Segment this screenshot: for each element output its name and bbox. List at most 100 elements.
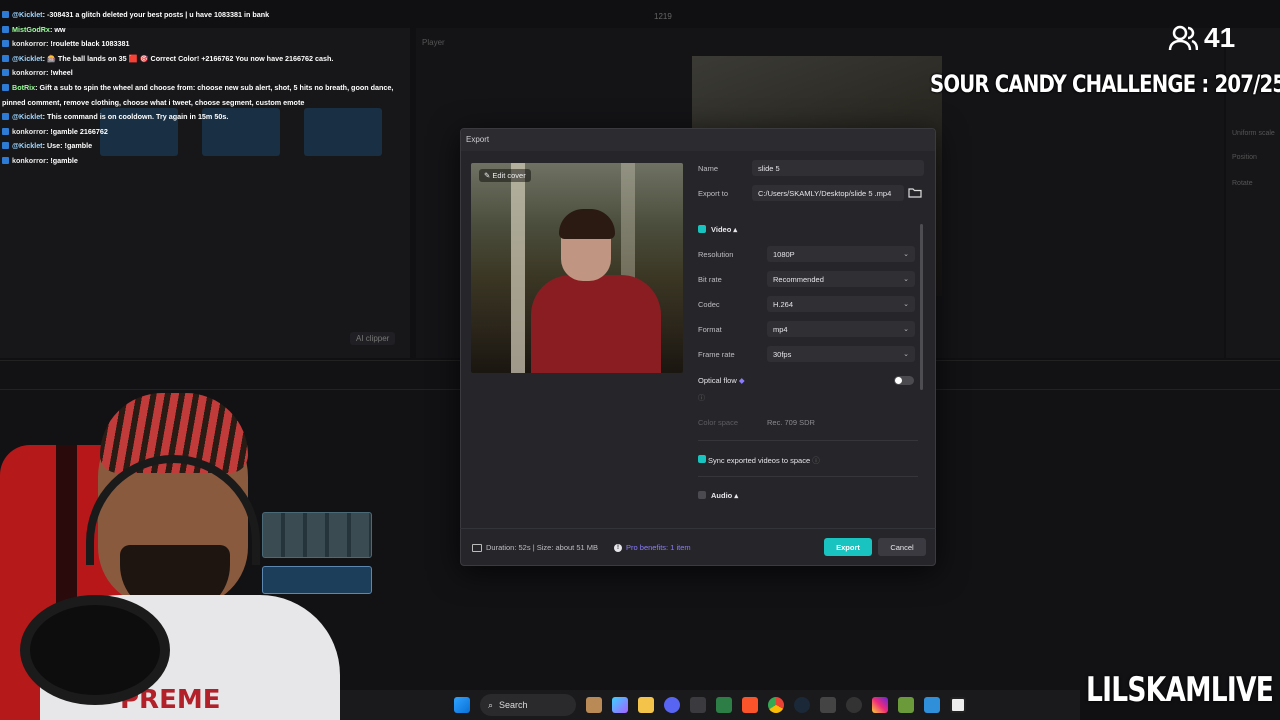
chevron-down-icon: ⌄ [903,301,909,308]
format-select[interactable]: mp4 ⌄ [767,321,915,337]
chat-text: pinned comment, remove clothing, choose … [2,97,305,107]
chat-username[interactable]: @Kicklet [12,54,43,63]
chat-text: : Use: !gamble [42,141,93,151]
export-button[interactable]: Export [824,538,872,556]
taskbar: ⌕ Search [340,690,1080,720]
pro-icon: ◆ [738,376,745,385]
audio-section-label[interactable]: Audio ▴ [711,491,738,500]
help-icon[interactable]: ⓘ [698,393,705,403]
search-icon: ⌕ [488,699,494,710]
chat-username[interactable]: @Kicklet [12,112,43,121]
capcut-icon[interactable] [950,697,966,713]
brave-icon[interactable] [742,697,758,713]
chat-text: : !roulette black 1083381 [45,39,130,49]
widgets-icon[interactable] [586,697,602,713]
chat-badge-icon [2,83,9,91]
screen: Player 1219 Uniform scale Position Rotat… [0,0,1280,720]
chevron-down-icon: ⌄ [903,251,909,258]
cover-tree [511,163,525,373]
taskbar-search[interactable]: ⌕ Search [480,694,576,716]
optical-flow-toggle[interactable] [894,376,914,385]
chevron-down-icon: ⌄ [903,326,909,333]
video-section-label[interactable]: Video ▴ [711,225,737,234]
sync-label: Sync exported videos to space ⓘ [708,456,820,465]
format-label: Format [698,325,722,334]
chevron-down-icon: ⌄ [903,351,909,358]
chat-username[interactable]: konkorror [12,68,46,77]
instagram-icon[interactable] [872,697,888,713]
windows-icon[interactable] [454,697,470,713]
divider [698,440,918,441]
dialog-title: Export [466,135,490,144]
cancel-button[interactable]: Cancel [878,538,926,556]
codec-select[interactable]: H.264 ⌄ [767,296,915,312]
cover-person [531,275,661,373]
export-info: Duration: 52s | Size: about 51 MB ! Pro … [472,543,691,552]
chat-badge-icon [2,113,9,121]
chat-username[interactable]: @Kicklet [12,10,43,19]
name-input[interactable]: slide 5 [752,160,924,176]
chat-badge-icon [2,156,9,164]
chat-message: pinned comment, remove clothing, choose … [2,96,422,111]
chat-message: konkorror: !wheel [2,66,422,81]
chrome-icon[interactable] [768,697,784,713]
app-icon[interactable] [820,697,836,713]
chat-text: : Gift a sub to spin the wheel and choos… [35,82,394,92]
export-to-label: Export to [698,189,729,198]
divider [698,476,918,477]
chat-username[interactable]: konkorror [12,39,46,48]
video-checkbox[interactable] [698,225,706,233]
name-label: Name [698,164,719,173]
microphone [20,595,170,705]
chat-badge-icon [2,25,9,33]
ai-clipper-button[interactable]: AI clipper [350,332,396,345]
film-icon [472,543,482,552]
discord-icon[interactable] [664,697,680,713]
chat-username[interactable]: BotRix [12,83,35,92]
dialog-header[interactable] [461,129,935,151]
export-path-input[interactable]: C:/Users/SKAMLY/Desktop/slide 5 .mp4 [752,185,904,201]
info-icon: ! [614,543,623,552]
chat-badge-icon [2,69,9,77]
chat-badge-icon [2,11,9,18]
chat-username[interactable]: konkorror [12,127,46,136]
edit-cover-button[interactable]: ✎ Edit cover [479,169,531,182]
framerate-label: Frame rate [698,350,735,359]
chat-username[interactable]: @Kicklet [12,141,43,150]
pro-benefits-link[interactable]: Pro benefits: 1 item [626,543,691,552]
store-icon[interactable] [690,697,706,713]
app2-icon[interactable] [898,697,914,713]
dialog-scrollbar[interactable] [920,224,923,390]
files-icon[interactable] [638,697,654,713]
4k-icon[interactable] [846,697,862,713]
chat-message: konkorror: !roulette black 1083381 [2,37,422,52]
resolution-select[interactable]: 1080P ⌄ [767,246,915,262]
sync-checkbox[interactable] [698,455,706,463]
chat-username[interactable]: konkorror [12,156,46,165]
notes-icon[interactable] [924,697,940,713]
steam-icon[interactable] [794,697,810,713]
bitrate-select[interactable]: Recommended ⌄ [767,271,915,287]
chat-username[interactable]: MistGodRx [12,25,50,34]
chat-text: : !gamble [45,155,78,165]
folder-icon[interactable] [908,186,922,199]
webcam-feed: PREME [0,385,340,720]
optical-flow-label: Optical flow ◆ [698,376,745,385]
resolution-label: Resolution [698,250,734,259]
copilot-icon[interactable] [612,697,628,713]
channel-name-overlay: LILSKAMLIVE [1086,670,1274,710]
framerate-select[interactable]: 30fps ⌄ [767,346,915,362]
name-value: slide 5 [758,163,780,173]
terminal-icon[interactable] [716,697,732,713]
footer-divider [460,528,936,529]
position-label: Position [1232,154,1257,161]
uniform-scale-label: Uniform scale [1232,130,1275,137]
info-icon: ⓘ [812,456,820,465]
chat-text: : 🎰 The ball lands on 35 🟥 🎯 Correct Col… [42,53,334,63]
cover-thumbnail[interactable]: ✎ Edit cover [471,163,683,373]
chat-message: @Kicklet: -308431 a glitch deleted your … [2,8,422,23]
audio-checkbox[interactable] [698,491,706,499]
chat-text: : !wheel [45,68,73,78]
top-counter: 1219 [654,12,672,21]
chat-text: : This command is on cooldown. Try again… [42,112,229,122]
